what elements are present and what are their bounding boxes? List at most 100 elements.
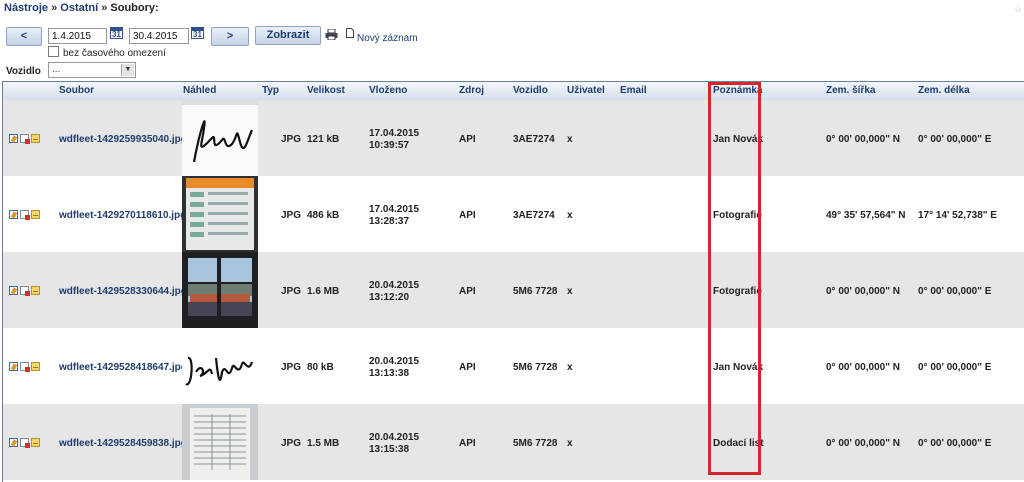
- export-icon[interactable]: [20, 362, 30, 372]
- file-link[interactable]: wdfleet-1429259935040.jpg: [59, 134, 187, 145]
- inserted-time: 13:15:38: [369, 444, 410, 455]
- table-row[interactable]: wdfleet-1429259935040.jpg JPG 121 kB 17.…: [3, 100, 1024, 176]
- chevron-down-icon[interactable]: ▼: [121, 64, 134, 76]
- preview-thumbnail[interactable]: [182, 176, 258, 252]
- no-time-limit-checkbox[interactable]: [48, 46, 59, 57]
- file-link[interactable]: wdfleet-1429270118610.jpg: [59, 210, 186, 221]
- no-time-limit-label: bez časového omezení: [63, 48, 166, 59]
- export-icon[interactable]: [20, 134, 30, 144]
- source: API: [459, 134, 476, 145]
- mail-icon[interactable]: [31, 362, 40, 371]
- source: API: [459, 286, 476, 297]
- preview-thumbnail[interactable]: [182, 404, 258, 480]
- mail-icon[interactable]: [31, 286, 40, 295]
- latitude: 0° 00' 00,000" N: [826, 286, 900, 297]
- column-header-user[interactable]: Uživatel: [567, 85, 605, 96]
- column-header-source[interactable]: Zdroj: [459, 85, 484, 96]
- column-header-latitude[interactable]: Zem. šířka: [826, 85, 875, 96]
- mail-icon[interactable]: [31, 438, 40, 447]
- vehicle: 3AE7274: [513, 210, 555, 221]
- inserted-time: 13:28:37: [369, 216, 410, 227]
- new-document-icon[interactable]: [346, 28, 354, 38]
- inserted-time: 13:13:38: [369, 368, 410, 379]
- vehicle: 3AE7274: [513, 134, 555, 145]
- mail-icon[interactable]: [31, 210, 40, 219]
- table-row[interactable]: wdfleet-1429270118610.jpg JPG 486 kB 17.…: [3, 176, 1024, 252]
- vehicle-label: Vozidlo: [6, 66, 41, 77]
- edit-icon[interactable]: [9, 438, 18, 447]
- table-row[interactable]: wdfleet-1429528330644.jpg JPG 1.6 MB 20.…: [3, 252, 1024, 328]
- column-header-longitude[interactable]: Zem. délka: [918, 85, 970, 96]
- breadcrumb: Nástroje » Ostatní » Soubory:: [4, 2, 159, 14]
- source: API: [459, 362, 476, 373]
- star-icon[interactable]: ☆: [1014, 4, 1022, 14]
- edit-icon[interactable]: [9, 362, 18, 371]
- breadcrumb-tools[interactable]: Nástroje: [4, 2, 48, 14]
- date-to-input[interactable]: [129, 28, 189, 44]
- edit-icon[interactable]: [9, 210, 18, 219]
- file-type: JPG: [281, 438, 302, 449]
- file-link[interactable]: wdfleet-1429528418647.jpg: [59, 362, 187, 373]
- longitude: 17° 14' 52,738" E: [918, 210, 997, 221]
- calendar-icon[interactable]: 31: [110, 27, 123, 39]
- user: x: [567, 210, 573, 221]
- no-time-limit-row: bez časového omezení: [48, 46, 166, 59]
- export-icon[interactable]: [20, 210, 30, 220]
- longitude: 0° 00' 00,000" E: [918, 134, 992, 145]
- longitude: 0° 00' 00,000" E: [918, 286, 992, 297]
- export-icon[interactable]: [20, 438, 30, 448]
- user: x: [567, 134, 573, 145]
- column-header-note[interactable]: Poznámka: [713, 85, 762, 96]
- column-header-inserted[interactable]: Vloženo: [369, 85, 407, 96]
- file-type: JPG: [281, 286, 302, 297]
- table-row[interactable]: wdfleet-1429528459838.jpg JPG 1.5 MB 20.…: [3, 404, 1024, 480]
- latitude: 0° 00' 00,000" N: [826, 362, 900, 373]
- date-from-input[interactable]: [48, 28, 107, 44]
- latitude: 49° 35' 57,564" N: [826, 210, 906, 221]
- vehicle: 5M6 7728: [513, 438, 558, 449]
- show-button[interactable]: Zobrazit: [255, 26, 321, 45]
- breadcrumb-separator: »: [48, 2, 61, 14]
- previous-period-button[interactable]: <: [6, 27, 42, 46]
- new-record-link[interactable]: Nový záznam: [357, 33, 418, 44]
- latitude: 0° 00' 00,000" N: [826, 438, 900, 449]
- vehicle-select[interactable]: ... ▼: [48, 62, 136, 78]
- column-header-file[interactable]: Soubor: [59, 85, 94, 96]
- file-size: 486 kB: [307, 210, 340, 221]
- preview-thumbnail[interactable]: [182, 100, 258, 176]
- breadcrumb-other[interactable]: Ostatní: [60, 2, 98, 14]
- next-period-button[interactable]: >: [211, 27, 249, 46]
- print-icon[interactable]: [325, 28, 338, 41]
- column-header-vehicle[interactable]: Vozidlo: [513, 85, 548, 96]
- note: Jan Novák: [713, 134, 764, 145]
- mail-icon[interactable]: [31, 134, 40, 143]
- user: x: [567, 286, 573, 297]
- longitude: 0° 00' 00,000" E: [918, 438, 992, 449]
- file-size: 1.6 MB: [307, 286, 340, 297]
- file-link[interactable]: wdfleet-1429528330644.jpg: [59, 286, 187, 297]
- column-header-size[interactable]: Velikost: [307, 85, 345, 96]
- preview-thumbnail[interactable]: [182, 252, 258, 328]
- user: x: [567, 438, 573, 449]
- note: Dodací list: [713, 438, 764, 449]
- edit-icon[interactable]: [9, 134, 18, 143]
- source: API: [459, 210, 476, 221]
- table-row[interactable]: wdfleet-1429528418647.jpg JPG 80 kB 20.0…: [3, 328, 1024, 404]
- file-link[interactable]: wdfleet-1429528459838.jpg: [59, 438, 187, 449]
- inserted-date: 17.04.2015: [369, 128, 420, 139]
- column-header-preview[interactable]: Náhled: [183, 85, 216, 96]
- file-size: 1.5 MB: [307, 438, 340, 449]
- edit-icon[interactable]: [9, 286, 18, 295]
- calendar-icon[interactable]: 31: [191, 27, 204, 39]
- breadcrumb-current: Soubory:: [110, 2, 159, 14]
- export-icon[interactable]: [20, 286, 30, 296]
- note: Fotografie: [713, 286, 762, 297]
- inserted-date: 20.04.2015: [369, 280, 420, 291]
- preview-thumbnail[interactable]: [182, 328, 258, 404]
- column-header-type[interactable]: Typ: [262, 85, 279, 96]
- vehicle-select-value: ...: [52, 64, 61, 75]
- inserted-date: 20.04.2015: [369, 432, 420, 443]
- vehicle: 5M6 7728: [513, 286, 558, 297]
- user: x: [567, 362, 573, 373]
- column-header-email[interactable]: Email: [620, 85, 647, 96]
